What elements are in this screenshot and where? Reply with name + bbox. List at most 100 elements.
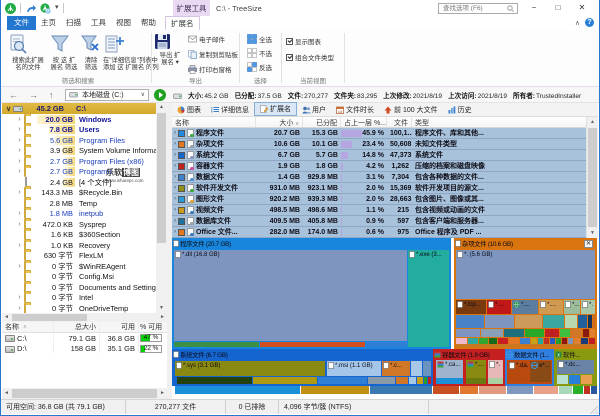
checkbox-show-chart[interactable]: 显示图表 [286, 36, 334, 46]
tree-expand-icon[interactable]: › [15, 210, 24, 217]
extension-row-4[interactable]: ›数据文件1.4 GB929.8 MB3.1 %7,304包含各种数据的文件..… [172, 172, 598, 183]
tree-expand-icon[interactable]: › [15, 305, 24, 312]
row-expand-icon[interactable]: › [174, 130, 176, 136]
drive-row-c[interactable]: C:\79.1 GB36.8 GB47 % [2, 333, 167, 344]
treemap-tile-[interactable]: *. [488, 360, 503, 378]
tree-expand-icon[interactable]: › [15, 242, 24, 249]
header-pct[interactable]: 占上一层 %... [341, 117, 387, 127]
tree-expand-icon[interactable]: › [15, 189, 24, 196]
ribbon-button-funnel-clear[interactable]: 清除筛选 [79, 32, 103, 72]
treemap-section-3[interactable]: 容器文件 (1.9 GB)*.ca...*....*. [433, 349, 505, 386]
tree-expand-icon[interactable]: › [15, 221, 24, 228]
legend-checkbox[interactable] [178, 163, 185, 170]
header-alloc[interactable]: 已分配 [303, 117, 341, 127]
legend-checkbox[interactable] [178, 174, 185, 181]
export-arrow-icon[interactable] [25, 3, 36, 14]
treemap-tile-msi11GB[interactable]: *.msi (1.1 GB) [327, 361, 381, 376]
header-files[interactable]: 文件 [387, 117, 412, 127]
collapse-ribbon-icon[interactable]: ∧ [575, 19, 580, 27]
treemap-tile-[interactable]: *.... [487, 300, 511, 314]
table-scroll-thumb[interactable] [588, 128, 597, 227]
tree-horizontal-scrollbar[interactable]: ◄ ► [2, 313, 167, 322]
extension-row-6[interactable]: ›图形文件920.2 MB939.3 MB2.0 %28,663包含图片、图像或… [172, 194, 598, 205]
legend-checkbox[interactable] [178, 130, 185, 137]
treemap-tile-sys31GB[interactable]: *.sys (3.1 GB) [175, 361, 325, 376]
tree-expand-icon[interactable]: › [15, 294, 24, 301]
treemap-tile-[interactable]: *. [581, 300, 595, 314]
treemap-tile-dll168GB[interactable]: *.dll (16.8 GB) [174, 250, 407, 341]
ribbon-button-funnel[interactable]: 按 这 扩展名 筛选 [49, 32, 79, 72]
treemap-section-1[interactable]: 杂项文件 (10.6 GB)*. (5.6 GB)*.lcp...*....*.… [454, 238, 597, 349]
extension-row-2[interactable]: ›系统文件6.7 GB5.7 GB14.8 %47,373系统文件 [172, 150, 598, 161]
ribbon-button-email[interactable]: 电子邮件 [188, 34, 238, 44]
ribbon-button-grid-all[interactable]: 全选 [247, 34, 272, 44]
treemap-section-6[interactable] [172, 386, 597, 394]
treemap-tile-lcp[interactable]: *.lcp... [456, 300, 486, 314]
treemap-tile-56GB[interactable]: *. (5.6 GB) [456, 250, 595, 299]
drive-col-name[interactable]: 名称∧ [2, 322, 54, 332]
legend-checkbox[interactable] [178, 207, 185, 214]
treemap-tile-ca[interactable]: *.ca... [436, 360, 463, 378]
row-expand-icon[interactable]: › [174, 218, 176, 224]
row-expand-icon[interactable]: › [174, 229, 176, 235]
extension-row-7[interactable]: ›视频文件498.5 MB498.6 MB1.1 %215包含视频或动画的文件 [172, 205, 598, 216]
drive-scroll-right-icon[interactable]: ► [158, 388, 167, 399]
minimize-button[interactable]: − [522, 0, 546, 16]
tree-expand-icon[interactable]: › [15, 147, 24, 154]
view-tab-3[interactable]: 用户 [297, 103, 331, 116]
row-expand-icon[interactable]: › [174, 185, 176, 191]
legend-checkbox[interactable] [178, 152, 185, 159]
scan-icon[interactable] [40, 3, 51, 14]
checkbox-group-file-types[interactable]: 组合文件类型 [286, 52, 334, 62]
combo-dropdown-icon[interactable]: ∨ [141, 90, 145, 101]
tree-expand-icon[interactable]: › [15, 263, 24, 270]
back-icon[interactable]: ← [9, 89, 18, 101]
drive-combobox[interactable]: 本地磁盘 (C:) ∨ [65, 89, 149, 101]
extension-row-1[interactable]: ›杂项文件10.6 GB10.1 GB23.4 %50,608未知文件类型 [172, 139, 598, 150]
table-vertical-scrollbar[interactable]: ▲ ▼ [586, 117, 598, 238]
view-tab-0[interactable]: 图表 [172, 103, 206, 116]
treemap-tile-da[interactable]: *.da... [508, 361, 529, 382]
view-tab-6[interactable]: 历史 [443, 103, 477, 116]
row-expand-icon[interactable]: › [174, 174, 176, 180]
tree-vertical-scrollbar[interactable]: ▲ ▼ [156, 103, 167, 313]
drive-hscroll-thumb[interactable] [12, 389, 157, 398]
ribbon-button-grid-invert[interactable]: 反选 [247, 62, 272, 72]
drive-col-free[interactable]: 可用 [100, 322, 139, 332]
legend-checkbox[interactable] [178, 185, 185, 192]
qat-dropdown-icon[interactable]: ▾ [55, 5, 59, 11]
extension-row-8[interactable]: ›数据库文件409.5 MB405.8 MB0.9 %597包含客户端和服务器.… [172, 216, 598, 227]
treemap-tile-[interactable]: *.... [539, 300, 563, 314]
tree-hscroll-thumb[interactable] [12, 314, 87, 321]
treemap-close-button[interactable]: ✕ [584, 240, 593, 248]
legend-checkbox[interactable] [178, 229, 185, 236]
treemap-tile-dc[interactable]: *.dc... [557, 360, 594, 374]
table-scroll-down-icon[interactable]: ▼ [587, 228, 598, 238]
treemap-tile-[interactable]: *.... [466, 360, 486, 378]
header-name[interactable]: 名称 [172, 117, 256, 127]
treemap-section-5[interactable]: x软件...*.dc... [554, 349, 597, 386]
resize-grip[interactable] [590, 406, 598, 414]
view-tab-1[interactable]: 详细信息 [206, 103, 254, 116]
drive-col-pct[interactable]: % 可用 [139, 322, 167, 332]
maximize-button[interactable]: □ [546, 0, 570, 16]
forward-icon[interactable]: → [29, 89, 38, 101]
help-icon[interactable]: ? [585, 18, 594, 27]
legend-checkbox[interactable] [178, 218, 185, 225]
extension-row-5[interactable]: ›软件开发文件931.0 MB923.1 MB2.0 %15,369软件开发项目… [172, 183, 598, 194]
extension-row-3[interactable]: ›容器文件1.9 GB1.8 GB4.2 %1,262压缩的档案和磁盘映像 [172, 161, 598, 172]
ribbon-tab-3[interactable]: 工具 [86, 16, 111, 30]
up-icon[interactable]: ↑ [49, 89, 54, 101]
app-logo-icon[interactable] [5, 3, 16, 14]
header-type[interactable]: 类型 [412, 117, 488, 127]
view-tab-4[interactable]: 18文件时长 [331, 103, 379, 116]
search-icon[interactable] [507, 5, 514, 12]
drive-scroll-left-icon[interactable]: ◄ [2, 388, 11, 399]
tree-expand-icon[interactable]: › [15, 126, 24, 133]
header-size[interactable]: 大小 ∨ [256, 117, 303, 127]
row-expand-icon[interactable]: › [174, 141, 176, 147]
scroll-up-icon[interactable]: ▲ [156, 103, 167, 112]
treemap-tile-c[interactable]: *.c... [382, 361, 410, 376]
treemap-section-4[interactable]: 数据文件 (1...*.da...e*... [505, 349, 554, 386]
export-extension-button[interactable]: 导出 扩 展名 ▾ [154, 32, 186, 67]
